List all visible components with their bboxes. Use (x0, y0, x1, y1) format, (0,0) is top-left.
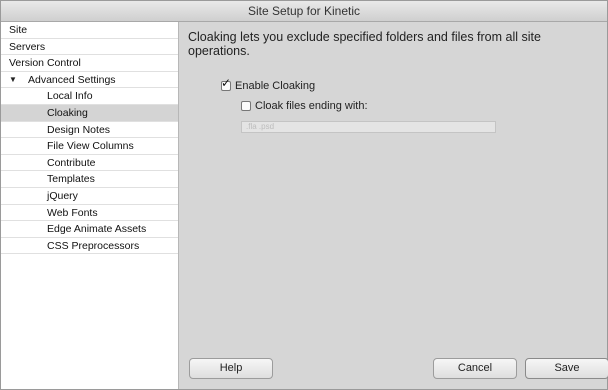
sidebar-item-site[interactable]: Site (1, 22, 178, 39)
site-setup-dialog: Site Setup for Kinetic Site Servers Vers… (0, 0, 608, 390)
sidebar-item-design-notes[interactable]: Design Notes (1, 122, 178, 139)
disclosure-triangle-expanded-icon[interactable]: ▼ (9, 72, 17, 89)
dialog-title: Site Setup for Kinetic (1, 1, 607, 22)
save-button[interactable]: Save (525, 358, 608, 379)
enable-cloaking-label: Enable Cloaking (235, 80, 316, 92)
sidebar-item-file-view-columns[interactable]: File View Columns (1, 138, 178, 155)
sidebar-item-cloaking[interactable]: Cloaking (1, 104, 178, 122)
sidebar-item-templates[interactable]: Templates (1, 171, 178, 188)
help-button[interactable]: Help (189, 358, 273, 379)
sidebar-item-label: Advanced Settings (28, 73, 116, 86)
category-sidebar: Site Servers Version Control ▼ Advanced … (1, 22, 179, 389)
sidebar-item-edge-animate-assets[interactable]: Edge Animate Assets (1, 221, 178, 238)
sidebar-item-jquery[interactable]: jQuery (1, 188, 178, 205)
sidebar-item-local-info[interactable]: Local Info (1, 88, 178, 105)
enable-cloaking-row[interactable]: ✓ Enable Cloaking (221, 77, 316, 92)
cloak-files-row[interactable]: Cloak files ending with: (241, 100, 368, 112)
sidebar-item-servers[interactable]: Servers (1, 39, 178, 56)
sidebar-item-advanced-settings[interactable]: ▼ Advanced Settings (1, 72, 178, 89)
sidebar-item-web-fonts[interactable]: Web Fonts (1, 205, 178, 222)
cloaking-panel: Cloaking lets you exclude specified fold… (179, 22, 608, 389)
enable-cloaking-checkbox[interactable]: ✓ (221, 77, 231, 91)
sidebar-item-css-preprocessors[interactable]: CSS Preprocessors (1, 238, 178, 255)
cloak-extensions-field[interactable]: .fla .psd (241, 121, 496, 133)
cancel-button[interactable]: Cancel (433, 358, 517, 379)
sidebar-item-contribute[interactable]: Contribute (1, 155, 178, 172)
cloak-files-label: Cloak files ending with: (255, 100, 368, 112)
checkmark-icon: ✓ (221, 76, 232, 90)
sidebar-item-version-control[interactable]: Version Control (1, 55, 178, 72)
cloak-files-checkbox[interactable] (241, 101, 251, 111)
cloaking-description: Cloaking lets you exclude specified fold… (188, 30, 541, 58)
